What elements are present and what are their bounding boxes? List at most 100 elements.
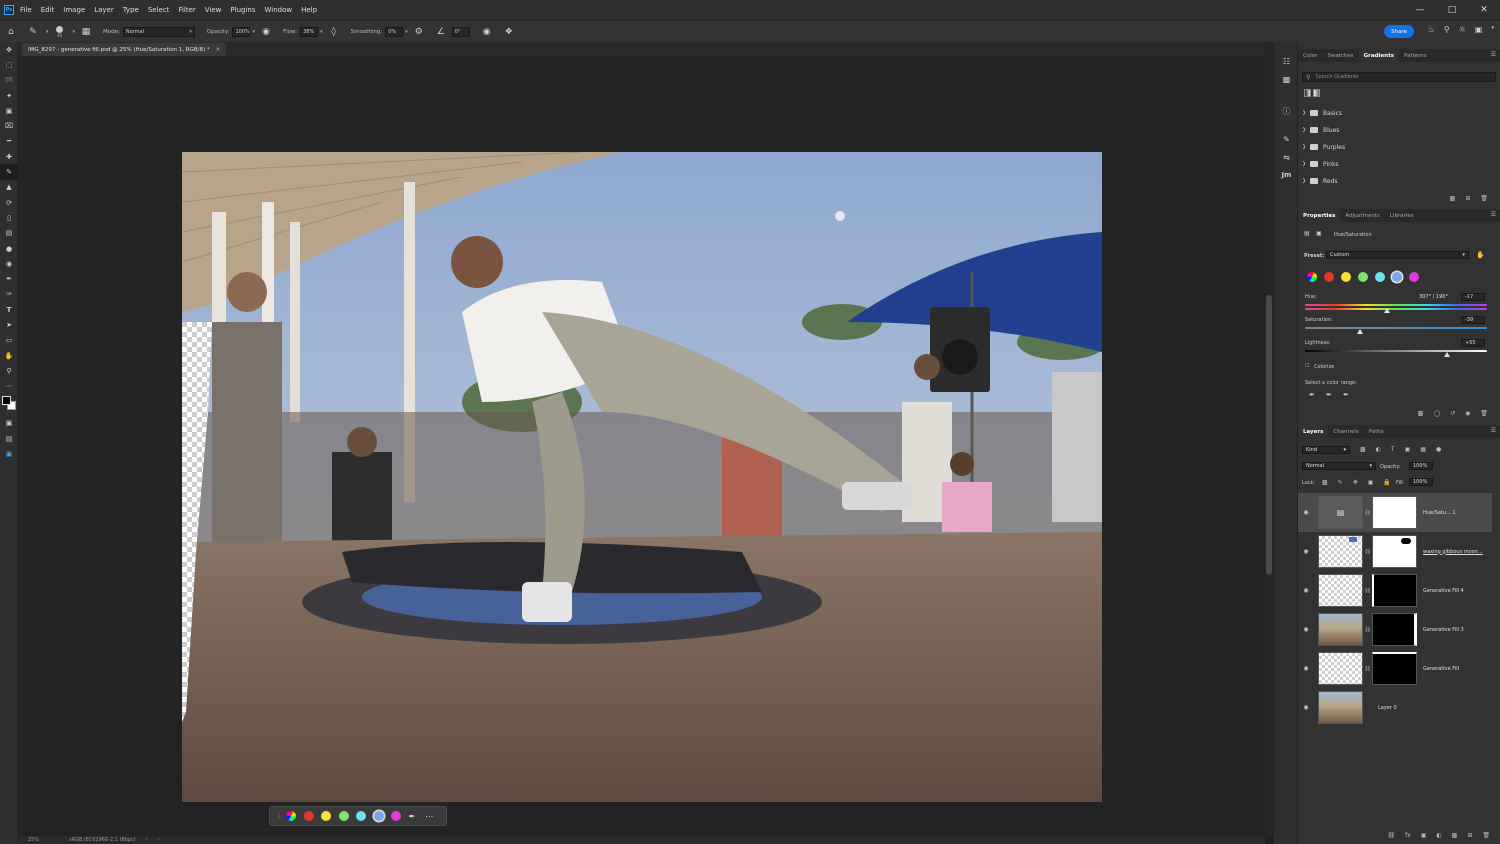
cyans-range-dot[interactable] bbox=[1375, 272, 1385, 282]
saturation-input[interactable]: -39 bbox=[1461, 316, 1485, 324]
brush-tool-icon[interactable]: ✎ bbox=[26, 25, 40, 39]
blues-color-dot[interactable] bbox=[373, 811, 384, 821]
eyedropper-add-icon[interactable]: ✒ bbox=[1326, 391, 1332, 399]
pressure-size-icon[interactable]: ◉ bbox=[480, 25, 494, 39]
color-swatches[interactable] bbox=[0, 394, 17, 416]
hue-slider-thumb[interactable] bbox=[1383, 308, 1390, 313]
more-tools-icon[interactable]: ⋯ bbox=[0, 379, 18, 394]
healing-tool-icon[interactable]: ✚ bbox=[0, 149, 18, 164]
screen-mode-icon[interactable]: ▤ bbox=[0, 431, 18, 446]
layer-row[interactable]: ◉ Layer 0 bbox=[1298, 688, 1492, 727]
blend-mode-select[interactable]: Normal ▾ bbox=[1302, 462, 1376, 470]
history-icon[interactable]: ☷ bbox=[1274, 52, 1299, 70]
tab-swatches[interactable]: Swatches bbox=[1322, 49, 1358, 62]
dodge-tool-icon[interactable]: ◉ bbox=[0, 256, 18, 271]
greens-range-dot[interactable] bbox=[1358, 272, 1368, 282]
tab-color[interactable]: Color bbox=[1298, 49, 1322, 62]
clip-to-layer-icon[interactable]: ▩ bbox=[1418, 410, 1424, 417]
filter-adjustment-icon[interactable]: ◐ bbox=[1376, 446, 1381, 453]
smoothing-gear-icon[interactable]: ⚙ bbox=[412, 25, 426, 39]
menu-select[interactable]: Select bbox=[148, 6, 170, 14]
workspace-caret-icon[interactable]: ▾ bbox=[1491, 25, 1494, 34]
new-layer-icon[interactable]: ⊞ bbox=[1467, 832, 1472, 839]
visibility-icon[interactable]: ◉ bbox=[1465, 410, 1470, 417]
document-tab[interactable]: IMG_8297 - generative fill.psd @ 25% (Hu… bbox=[22, 43, 227, 56]
delete-icon[interactable]: 🗑 bbox=[1480, 195, 1488, 202]
filter-shape-icon[interactable]: ▣ bbox=[1405, 446, 1411, 453]
chain-link-icon[interactable]: ⛓ bbox=[1363, 549, 1372, 555]
panel-menu-icon[interactable]: ☰ bbox=[1491, 51, 1496, 58]
preset-select[interactable]: Custom ▾ bbox=[1326, 251, 1469, 259]
gradient-folder-reds[interactable]: ❯ Reds bbox=[1302, 173, 1498, 189]
new-group-icon[interactable]: ▩ bbox=[1450, 195, 1456, 202]
magentas-range-dot[interactable] bbox=[1409, 272, 1419, 282]
tab-gradients[interactable]: Gradients bbox=[1358, 49, 1399, 62]
brush-tool-icon[interactable]: ✎ bbox=[0, 164, 18, 180]
opacity-input[interactable]: 100% bbox=[232, 26, 251, 37]
gradient-tool-icon[interactable]: ▤ bbox=[0, 226, 18, 241]
discover-icon[interactable]: ☼ bbox=[1459, 25, 1466, 34]
layer-row[interactable]: ◉ ▤ ⛓ Hue/Satu... 1 bbox=[1298, 493, 1492, 532]
gradient-folder-blues[interactable]: ❯ Blues bbox=[1302, 122, 1498, 138]
airbrush-icon[interactable]: ◊ bbox=[327, 25, 341, 39]
hand-adjust-icon[interactable]: ✋ bbox=[1476, 251, 1485, 259]
menu-file[interactable]: File bbox=[20, 6, 32, 14]
eyedropper-icon[interactable]: ✒ bbox=[409, 812, 416, 821]
drag-handle-icon[interactable]: ⋮ bbox=[276, 813, 282, 820]
document-canvas-image[interactable] bbox=[182, 152, 1102, 802]
filter-toggle-icon[interactable]: ● bbox=[1436, 446, 1441, 453]
blur-tool-icon[interactable]: ● bbox=[0, 241, 18, 256]
hue-slider-track[interactable] bbox=[1305, 308, 1487, 310]
magentas-color-dot[interactable] bbox=[391, 811, 401, 821]
chain-link-icon[interactable]: ⛓ bbox=[1363, 588, 1372, 594]
eye-icon[interactable]: ◉ bbox=[1298, 509, 1314, 516]
adjustments-icon[interactable]: ⇋ bbox=[1274, 148, 1299, 166]
recent-gradient-swatch[interactable] bbox=[1304, 89, 1311, 97]
menu-view[interactable]: View bbox=[205, 6, 222, 14]
fill-input[interactable]: 100% bbox=[1409, 478, 1433, 486]
chain-link-icon[interactable]: ⛓ bbox=[1363, 666, 1372, 672]
menu-image[interactable]: Image bbox=[63, 6, 85, 14]
layer-mask-thumbnail[interactable] bbox=[1372, 496, 1417, 529]
lock-position-icon[interactable]: ✥ bbox=[1353, 479, 1358, 486]
layer-mask-thumbnail[interactable] bbox=[1372, 535, 1417, 568]
maximize-icon[interactable]: □ bbox=[1436, 0, 1468, 20]
tab-properties[interactable]: Properties bbox=[1298, 209, 1341, 222]
angle-input[interactable]: 0° bbox=[451, 26, 470, 37]
saturation-slider-track[interactable] bbox=[1305, 327, 1487, 329]
lightness-slider-thumb[interactable] bbox=[1443, 352, 1450, 357]
blues-range-dot[interactable] bbox=[1392, 272, 1402, 282]
eyedropper-tool-icon[interactable]: ━ bbox=[0, 134, 18, 149]
gradient-folder-purples[interactable]: ❯ Purples bbox=[1302, 139, 1498, 155]
object-select-tool-icon[interactable]: ✦ bbox=[0, 88, 18, 103]
menu-plugins[interactable]: Plugins bbox=[230, 6, 255, 14]
lock-pixels-icon[interactable]: ✎ bbox=[1338, 479, 1343, 486]
tab-layers[interactable]: Layers bbox=[1298, 425, 1329, 438]
marquee-tool-icon[interactable]: ⬚ bbox=[0, 57, 18, 72]
move-tool-icon[interactable]: ✥ bbox=[0, 42, 18, 57]
pen-tool-alt-icon[interactable]: ✑ bbox=[0, 287, 18, 302]
mask-icon[interactable]: ▣ bbox=[1316, 230, 1322, 237]
lasso-tool-icon[interactable]: ➿ bbox=[0, 73, 18, 88]
saturation-slider-thumb[interactable] bbox=[1356, 329, 1363, 334]
mode-select[interactable]: Normal ▾ bbox=[122, 26, 195, 37]
gradient-folder-basics[interactable]: ❯ Basics bbox=[1302, 105, 1498, 121]
status-arrow-icon[interactable]: › bbox=[146, 837, 148, 843]
share-for-review-icon[interactable]: ▣ bbox=[0, 446, 18, 461]
layer-filter-kind[interactable]: Kind ▾ bbox=[1302, 446, 1350, 454]
share-button[interactable]: Share bbox=[1384, 25, 1414, 38]
close-tab-icon[interactable]: ✕ bbox=[216, 47, 221, 53]
eyedropper-icon[interactable]: ✒ bbox=[1309, 391, 1315, 399]
type-tool-icon[interactable]: T bbox=[0, 302, 18, 317]
tool-preset-caret[interactable]: ▾ bbox=[46, 29, 49, 35]
master-range-dot[interactable] bbox=[1307, 272, 1317, 282]
delete-icon[interactable]: 🗑 bbox=[1480, 410, 1488, 417]
more-options-icon[interactable]: ⋯ bbox=[425, 812, 433, 821]
layer-row[interactable]: ◉ ⛓ Generative Fill bbox=[1298, 649, 1492, 688]
zoom-tool-icon[interactable]: ⚲ bbox=[0, 363, 18, 378]
quick-mask-icon[interactable]: ▣ bbox=[0, 416, 18, 431]
bell-icon[interactable]: ♨ bbox=[1428, 25, 1435, 34]
reds-color-dot[interactable] bbox=[303, 811, 314, 821]
new-group-icon[interactable]: ▩ bbox=[1452, 832, 1458, 839]
filter-type-icon[interactable]: T bbox=[1391, 446, 1395, 453]
